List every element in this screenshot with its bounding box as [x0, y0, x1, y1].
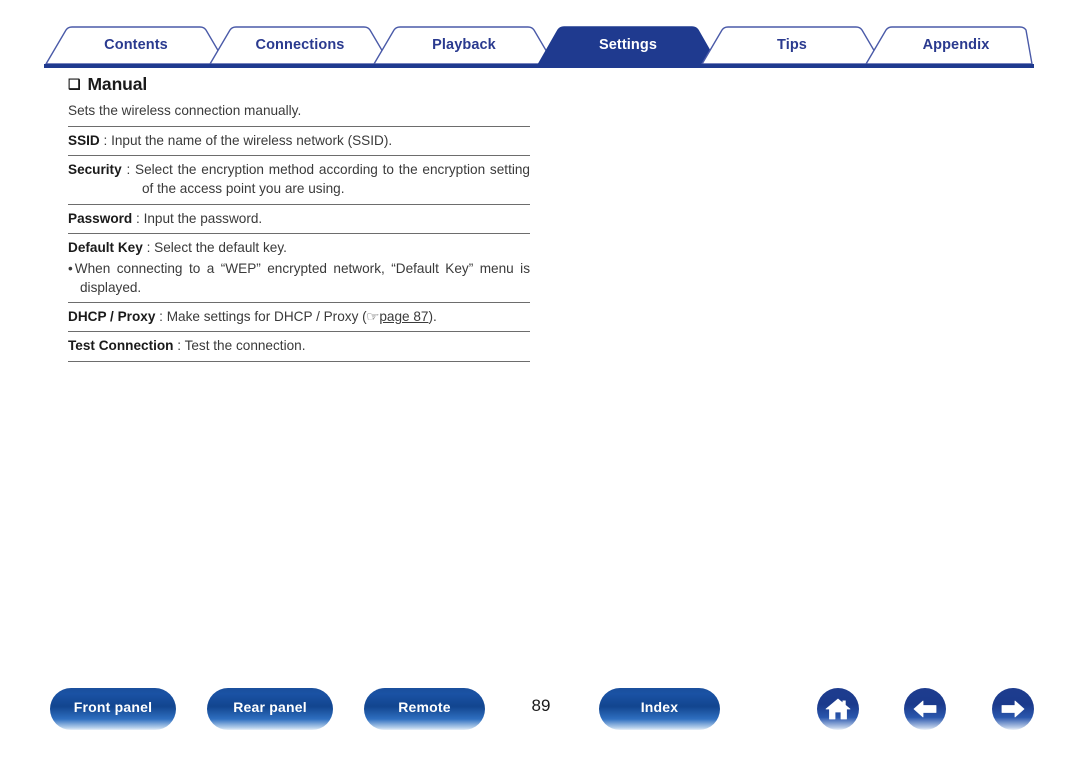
forward-button[interactable] — [992, 688, 1034, 730]
divider — [68, 360, 530, 362]
page-number: 89 — [531, 696, 551, 715]
setting-entry-dhcp-proxy: DHCP / Proxy : Make settings for DHCP / … — [68, 303, 530, 331]
setting-term-password: Password — [68, 210, 133, 226]
setting-entry-ssid: SSID : Input the name of the wireless ne… — [68, 127, 530, 155]
home-button[interactable] — [817, 688, 859, 730]
back-button[interactable] — [904, 688, 946, 730]
remote-button[interactable]: Remote — [364, 688, 485, 730]
setting-separator: : — [155, 308, 167, 324]
setting-entry-default-key: Default Key : Select the default key. — [68, 234, 530, 258]
bullet-icon: • — [68, 261, 75, 277]
setting-separator: : — [142, 239, 155, 255]
setting-description-password: Input the password. — [143, 210, 263, 226]
tab-bar: Contents Connections Playback Settings T… — [44, 26, 1034, 68]
home-icon — [825, 698, 851, 720]
tab-tips[interactable]: Tips — [702, 26, 882, 64]
setting-term-security: Security — [68, 162, 122, 177]
remote-label: Remote — [398, 698, 451, 715]
setting-description-dhcp-after: ). — [428, 308, 437, 324]
pointing-hand-icon: ☞ — [365, 308, 380, 324]
setting-description-ssid: Input the name of the wireless network (… — [111, 132, 393, 148]
rear-panel-label: Rear panel — [233, 698, 307, 715]
footer-nav: Front panel Rear panel Remote 89 Index — [0, 688, 1080, 734]
setting-description-security: Select the encryption method according t… — [135, 162, 530, 197]
front-panel-button[interactable]: Front panel — [50, 688, 176, 730]
tab-bar-baseline — [44, 64, 1034, 68]
setting-term-ssid: SSID — [68, 132, 100, 148]
note-text: When connecting to a “WEP” encrypted net… — [74, 261, 530, 296]
setting-description-test-connection: Test the connection. — [184, 338, 306, 354]
setting-term-default-key: Default Key — [68, 239, 143, 255]
square-bullet-icon: ❑ — [68, 76, 81, 92]
setting-separator: : — [121, 162, 136, 177]
setting-term-test-connection: Test Connection — [68, 338, 174, 354]
page-title: ❑ Manual — [68, 74, 530, 95]
section-heading-text: Manual — [87, 74, 148, 94]
arrow-right-icon — [1001, 700, 1025, 718]
index-button[interactable]: Index — [599, 688, 720, 730]
rear-panel-button[interactable]: Rear panel — [207, 688, 333, 730]
tab-playback[interactable]: Playback — [374, 26, 554, 64]
note-default-key: •When connecting to a “WEP” encrypted ne… — [68, 259, 530, 298]
setting-description-default-key: Select the default key. — [154, 239, 287, 255]
tab-appendix[interactable]: Appendix — [866, 26, 1046, 64]
setting-separator: : — [99, 132, 112, 148]
index-label: Index — [640, 698, 679, 715]
setting-separator: : — [173, 338, 185, 354]
setting-separator: : — [132, 210, 144, 226]
tab-contents[interactable]: Contents — [46, 26, 226, 64]
setting-entry-password: Password : Input the password. — [68, 205, 530, 233]
main-content: ❑ Manual Sets the wireless connection ma… — [68, 74, 530, 362]
front-panel-label: Front panel — [73, 698, 153, 715]
setting-term-dhcp-proxy: DHCP / Proxy — [68, 308, 156, 324]
tab-settings[interactable]: Settings — [538, 26, 718, 64]
section-lead-text: Sets the wireless connection manually. — [68, 103, 302, 118]
setting-entry-test-connection: Test Connection : Test the connection. — [68, 332, 530, 360]
arrow-left-icon — [913, 700, 937, 718]
setting-entry-security: Security : Select the encryption method … — [68, 156, 530, 204]
setting-description-dhcp-before: Make settings for DHCP / Proxy ( — [166, 308, 367, 324]
tab-connections[interactable]: Connections — [210, 26, 390, 64]
page-reference-link[interactable]: page 87 — [379, 309, 428, 324]
